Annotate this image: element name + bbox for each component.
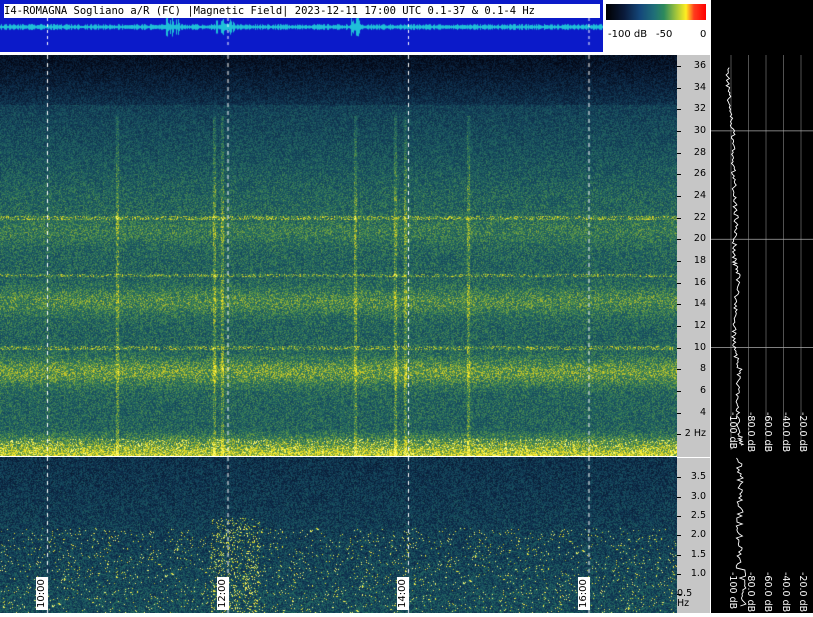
freq-tick (677, 535, 681, 537)
freq-tick-label: 26 (693, 168, 706, 180)
spectrum-profile-svg (711, 55, 813, 607)
profile-db-label: -40.0 dB (779, 572, 791, 613)
profile-db-label: -40.0 dB (779, 412, 791, 453)
colorbar-label-min: -100 dB (608, 29, 648, 40)
freq-tick (677, 554, 681, 556)
freq-tick-label: 10 (693, 341, 706, 353)
freq-tick (677, 217, 681, 219)
frequency-axis-low: 0.5 Hz 1.0 1.5 2.0 2.5 3.0 3.5 (677, 458, 710, 613)
freq-tick (677, 152, 681, 154)
freq-tick-label: 18 (693, 254, 706, 266)
freq-tick-label: 30 (693, 124, 706, 136)
freq-tick-label: 20 (693, 233, 706, 245)
colorbar-gradient (606, 4, 706, 20)
freq-tick-label: 1.5 (690, 548, 706, 560)
spectrogram-main (0, 55, 677, 456)
header-bar: I4-ROMAGNA Sogliano a/R (FC) |Magnetic F… (0, 0, 603, 52)
freq-tick (677, 130, 681, 132)
freq-tick (677, 109, 681, 111)
freq-tick (677, 574, 681, 576)
freq-tick (677, 304, 681, 306)
freq-tick-label: 4 (699, 406, 706, 418)
freq-tick-label: 8 (699, 363, 706, 375)
profile-db-label: -100 dB (727, 412, 738, 450)
profile-db-label: -60.0 dB (762, 412, 773, 453)
freq-tick-label: 3.0 (690, 490, 706, 502)
profile-db-label: -100 dB (727, 572, 738, 610)
freq-tick-label: 2.5 (690, 510, 706, 522)
spectrogram-low (0, 457, 677, 613)
freq-tick (677, 239, 681, 241)
freq-tick-label: 2 Hz (684, 428, 706, 440)
chart-title: I4-ROMAGNA Sogliano a/R (FC) |Magnetic F… (4, 4, 600, 18)
freq-tick-label: 34 (693, 81, 706, 93)
frequency-axis-main: 2 Hz 4 6 8 10 12 14 16 18 20 22 24 26 28 30 32 34 36 (677, 55, 710, 457)
freq-tick (677, 369, 681, 371)
profile-db-label: -80.0 dB (744, 572, 756, 613)
freq-tick-label: 1.0 (690, 568, 706, 580)
profile-trace (725, 67, 745, 446)
time-tick-label: 10:00 (36, 577, 48, 610)
waveform-strip (0, 18, 603, 48)
freq-tick-label: 0.5 Hz (677, 587, 693, 609)
freq-tick (677, 347, 681, 349)
freq-tick (677, 260, 681, 262)
freq-tick (677, 390, 681, 392)
freq-tick (677, 174, 681, 176)
freq-tick (677, 434, 681, 436)
profile-db-label: -80.0 dB (744, 412, 756, 453)
profile-db-label: -20.0 dB (797, 412, 808, 453)
colorbar-label-max: 0 (700, 29, 707, 40)
freq-tick (677, 516, 681, 518)
freq-tick (677, 477, 681, 479)
freq-tick-label: 6 (699, 384, 706, 396)
freq-tick-label: 3.5 (690, 471, 706, 483)
freq-tick-label: 36 (693, 59, 706, 71)
freq-tick (677, 496, 681, 498)
freq-tick-label: 28 (693, 146, 706, 158)
freq-tick-label: 22 (693, 211, 706, 223)
freq-tick (677, 412, 681, 414)
freq-tick (677, 65, 681, 67)
freq-tick-label: 24 (693, 189, 706, 201)
freq-tick (677, 87, 681, 89)
time-tick-label: 14:00 (397, 577, 409, 610)
freq-tick-label: 32 (693, 103, 706, 115)
profile-db-label: -60.0 dB (762, 572, 773, 613)
freq-tick (677, 282, 681, 284)
freq-tick (677, 325, 681, 327)
time-tick-label: 16:00 (577, 577, 590, 610)
colorbar-label-mid: -50 (656, 29, 673, 40)
freq-tick (677, 195, 681, 197)
freq-tick-label: 2.0 (690, 529, 706, 541)
time-tick-label: 12:00 (216, 577, 229, 610)
freq-tick-label: 16 (693, 276, 706, 288)
freq-tick-label: 14 (693, 298, 706, 310)
spectrum-profile-panel (711, 0, 813, 613)
colorbar: -100 dB -50 0 (606, 4, 709, 44)
freq-tick-label: 12 (693, 319, 706, 331)
profile-db-label: -20.0 dB (797, 572, 808, 613)
